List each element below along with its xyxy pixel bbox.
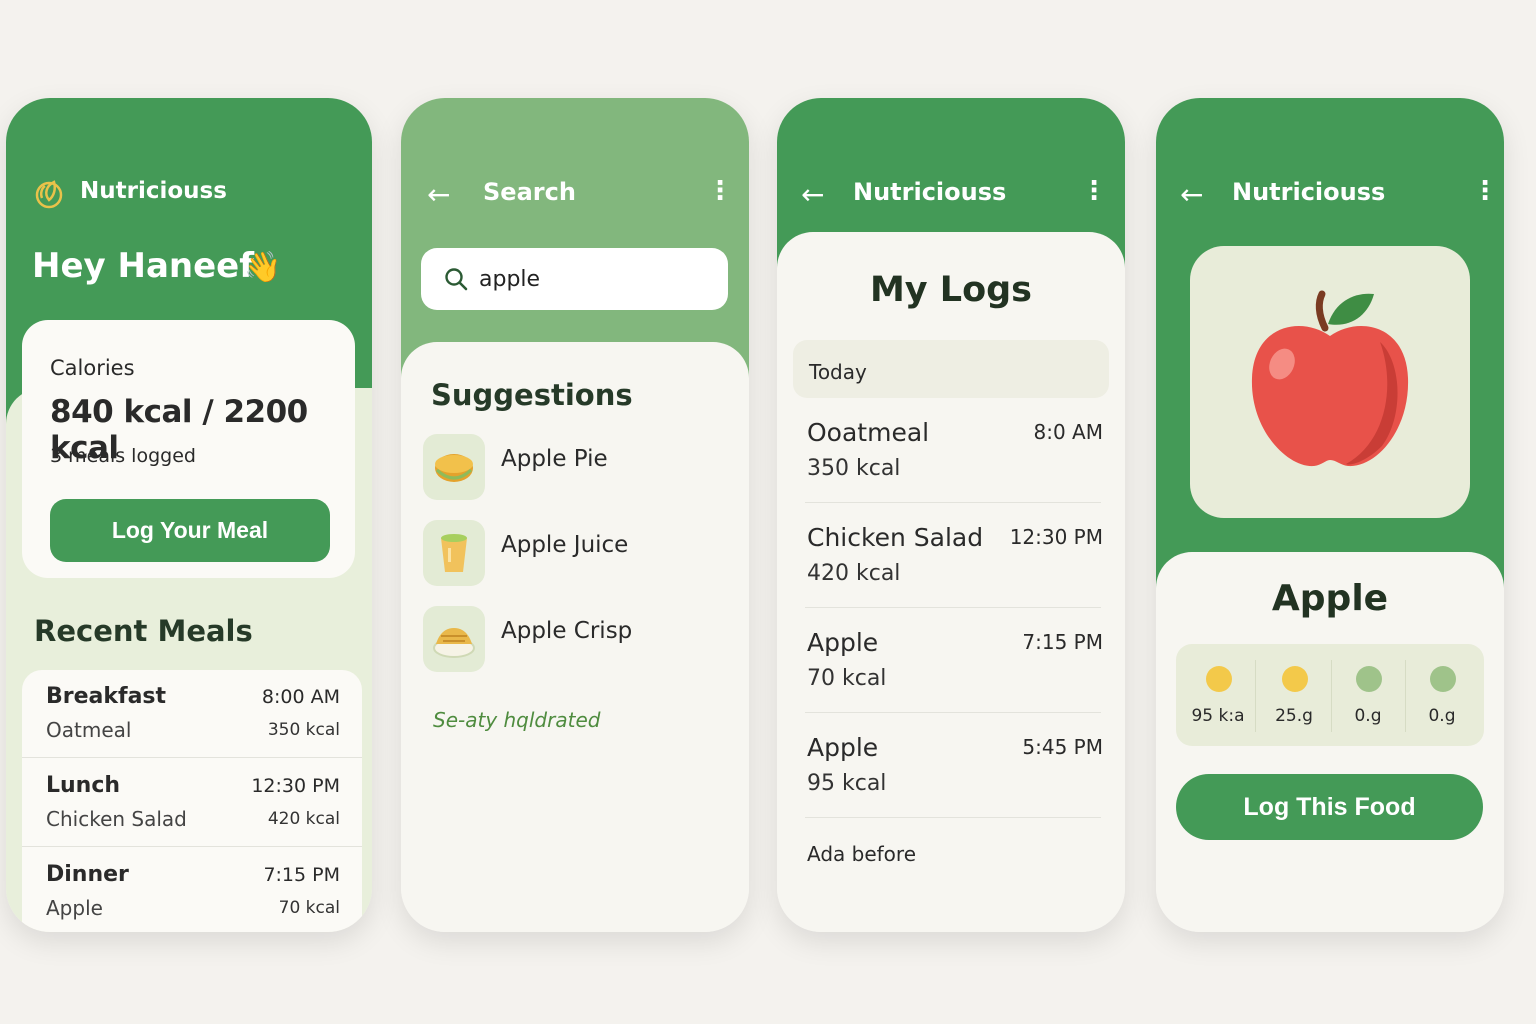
dashboard-screen: Nutriciouss Hey Haneef 👋 Calories 840 kc… [6,98,372,932]
log-name: Apple [807,733,879,762]
brand-name: Nutriciouss [1232,178,1386,206]
more-menu-icon[interactable]: ⋮ [707,176,733,206]
suggestion-thumb [423,434,485,500]
meals-logged-count: 3 meals logged [50,445,196,467]
list-item[interactable]: Apple 95 kcal 5:45 PM [805,713,1103,818]
suggestion-label: Apple Juice [501,532,629,558]
suggestion-thumb [423,606,485,672]
stat-value: 0.g [1354,706,1382,726]
list-item[interactable]: Lunch Chicken Salad 12:30 PM 420 kcal [22,759,362,847]
page-title: My Logs [869,270,1033,310]
log-kcal: 70 kcal [807,666,887,691]
calories-icon [1206,666,1232,692]
search-input[interactable] [479,262,709,296]
more-menu-icon[interactable]: ⋮ [1081,176,1107,206]
back-arrow-icon[interactable]: ← [1180,178,1203,211]
carbs-icon [1282,666,1308,692]
suggestions-title: Suggestions [431,378,633,412]
meal-kcal: 70 kcal [278,898,340,918]
logs-screen: ← Nutriciouss ⋮ My Logs Today Ooatmeal 3… [777,98,1125,932]
suggestion-label: Apple Pie [501,446,608,472]
back-arrow-icon[interactable]: ← [427,178,450,211]
crisp-bowl-icon [433,628,475,658]
greeting: Hey Haneef [32,246,255,286]
log-time: 12:30 PM [1009,525,1103,549]
log-kcal: 95 kcal [807,771,887,796]
log-time: 7:15 PM [1022,630,1103,654]
footnote-text: Se-aty hqldrated [433,708,601,732]
stat-carbs: 25.g [1256,654,1332,736]
list-item[interactable]: Breakfast Oatmeal 8:00 AM 350 kcal [22,670,362,758]
list-item[interactable]: Dinner Apple 7:15 PM 70 kcal [22,848,362,932]
screen-title: Search [483,178,576,206]
protein-icon [1356,666,1382,692]
stat-value: 25.g [1275,706,1313,726]
meal-food: Apple [46,896,103,920]
log-time: 5:45 PM [1022,735,1103,759]
meal-type: Dinner [46,862,129,887]
brand-name: Nutriciouss [80,178,227,204]
calories-label: Calories [50,356,135,380]
more-menu-icon[interactable]: ⋮ [1472,176,1498,206]
stat-calories: 95 k:a [1180,654,1256,736]
brand-name: Nutriciouss [853,178,1007,206]
meal-type: Lunch [46,773,121,798]
log-food-button[interactable]: Log This Food [1176,774,1483,840]
search-icon [445,268,468,291]
meal-food: Oatmeal [46,718,132,742]
log-name: Ooatmeal [807,418,930,447]
search-screen: ← Search ⋮ Suggestions Apple Pie Apple J… [401,98,749,932]
meal-kcal: 420 kcal [267,809,340,829]
juice-cup-icon [441,534,467,572]
list-item[interactable]: Chicken Salad 420 kcal 12:30 PM [805,503,1103,608]
suggestion-item[interactable]: Apple Juice [423,520,723,588]
stat-value: 95 k:a [1191,706,1245,726]
list-item[interactable]: Ooatmeal 350 kcal 8:0 AM [805,398,1103,503]
meal-type: Breakfast [46,684,167,709]
stat-fat: 0.g [1404,654,1480,736]
food-name: Apple [1271,578,1389,619]
fat-icon [1430,666,1456,692]
meal-kcal: 350 kcal [267,720,340,740]
section-label: Today [809,360,867,384]
apple-icon [1251,290,1409,467]
meal-time: 12:30 PM [251,775,340,797]
meal-time: 7:15 PM [263,864,340,886]
leaf-logo-icon [35,180,63,209]
log-kcal: 420 kcal [807,561,901,586]
suggestion-item[interactable]: Apple Pie [423,434,723,502]
pie-icon [435,454,473,482]
list-item[interactable]: Apple 70 kcal 7:15 PM [805,608,1103,713]
log-name: Apple [807,628,879,657]
log-name: Chicken Salad [807,523,984,552]
suggestion-thumb [423,520,485,586]
suggestion-item[interactable]: Apple Crisp [423,606,723,674]
meal-time: 8:00 AM [261,686,340,708]
stat-value: 0.g [1428,706,1456,726]
log-kcal: 350 kcal [807,456,901,481]
wave-hand-icon: 👋 [244,250,282,285]
food-image-card [1190,246,1470,518]
log-meal-button[interactable]: Log Your Meal [50,499,330,562]
meal-food: Chicken Salad [46,807,187,831]
stat-protein: 0.g [1330,654,1406,736]
food-detail-screen: ← Nutriciouss ⋮ Apple 95 k:a 25.g 0.g 0.… [1156,98,1504,932]
recent-meals-list: Breakfast Oatmeal 8:00 AM 350 kcal Lunch… [22,670,362,932]
recent-meals-title: Recent Meals [34,614,253,648]
earlier-section-label[interactable]: Ada before [807,842,916,866]
log-time: 8:0 AM [1033,420,1103,444]
back-arrow-icon[interactable]: ← [801,178,824,211]
suggestion-label: Apple Crisp [501,618,633,644]
